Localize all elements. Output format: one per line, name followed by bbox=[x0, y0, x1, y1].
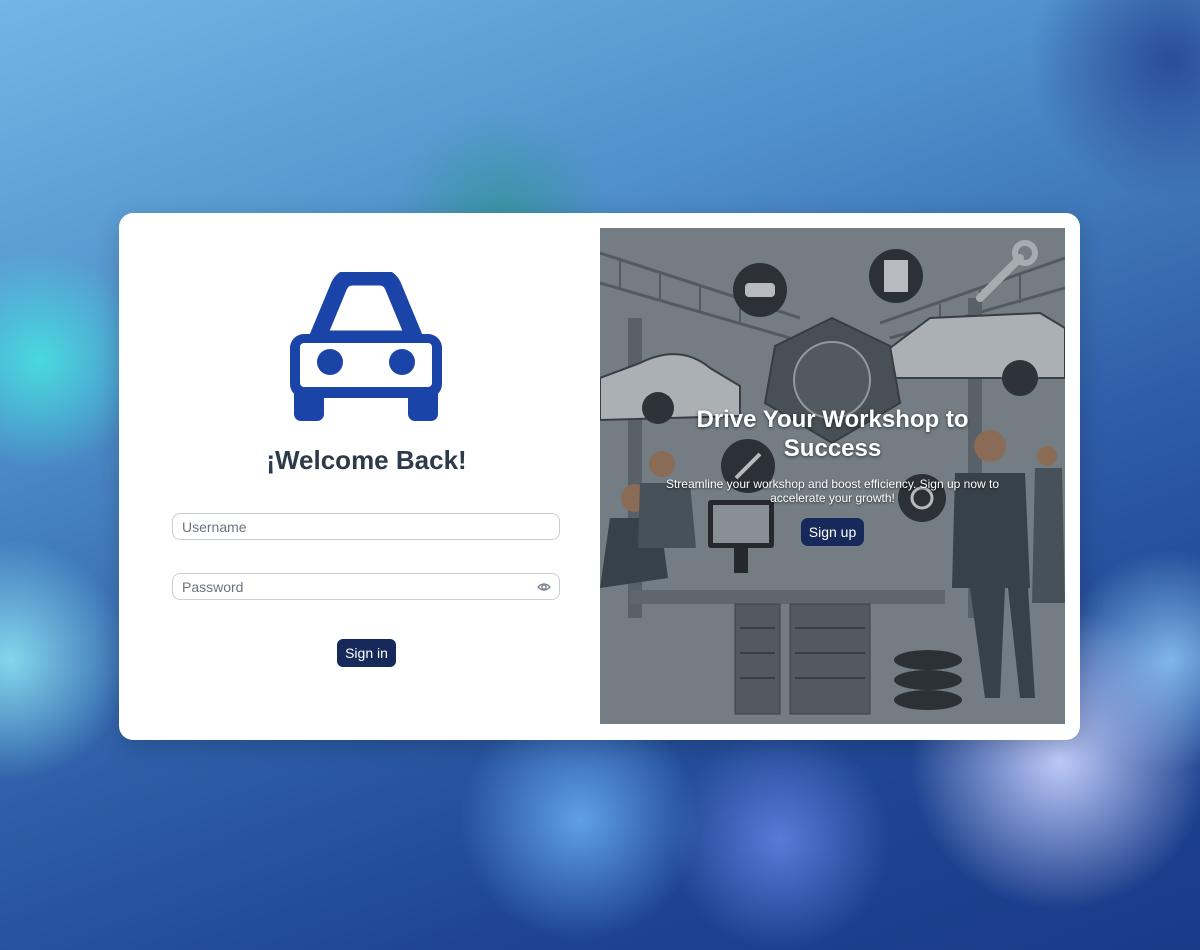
promo-panel: Drive Your Workshop to Success Streamlin… bbox=[600, 228, 1065, 724]
sign-up-button[interactable]: Sign up bbox=[801, 518, 864, 546]
welcome-title: ¡Welcome Back! bbox=[266, 445, 467, 475]
eye-icon[interactable] bbox=[537, 580, 551, 594]
password-input[interactable] bbox=[173, 574, 522, 599]
login-card: ¡Welcome Back! Sign in bbox=[119, 213, 1080, 740]
password-field[interactable] bbox=[172, 573, 560, 600]
promo-title: Drive Your Workshop to Success bbox=[696, 406, 969, 462]
login-panel: ¡Welcome Back! Sign in bbox=[119, 213, 600, 740]
username-input[interactable] bbox=[173, 514, 522, 539]
car-icon bbox=[290, 272, 442, 421]
username-field[interactable] bbox=[172, 513, 560, 540]
sign-in-button[interactable]: Sign in bbox=[337, 639, 396, 667]
workshop-illustration bbox=[600, 228, 1065, 724]
promo-text: Streamline your workshop and boost effic… bbox=[665, 477, 1000, 505]
